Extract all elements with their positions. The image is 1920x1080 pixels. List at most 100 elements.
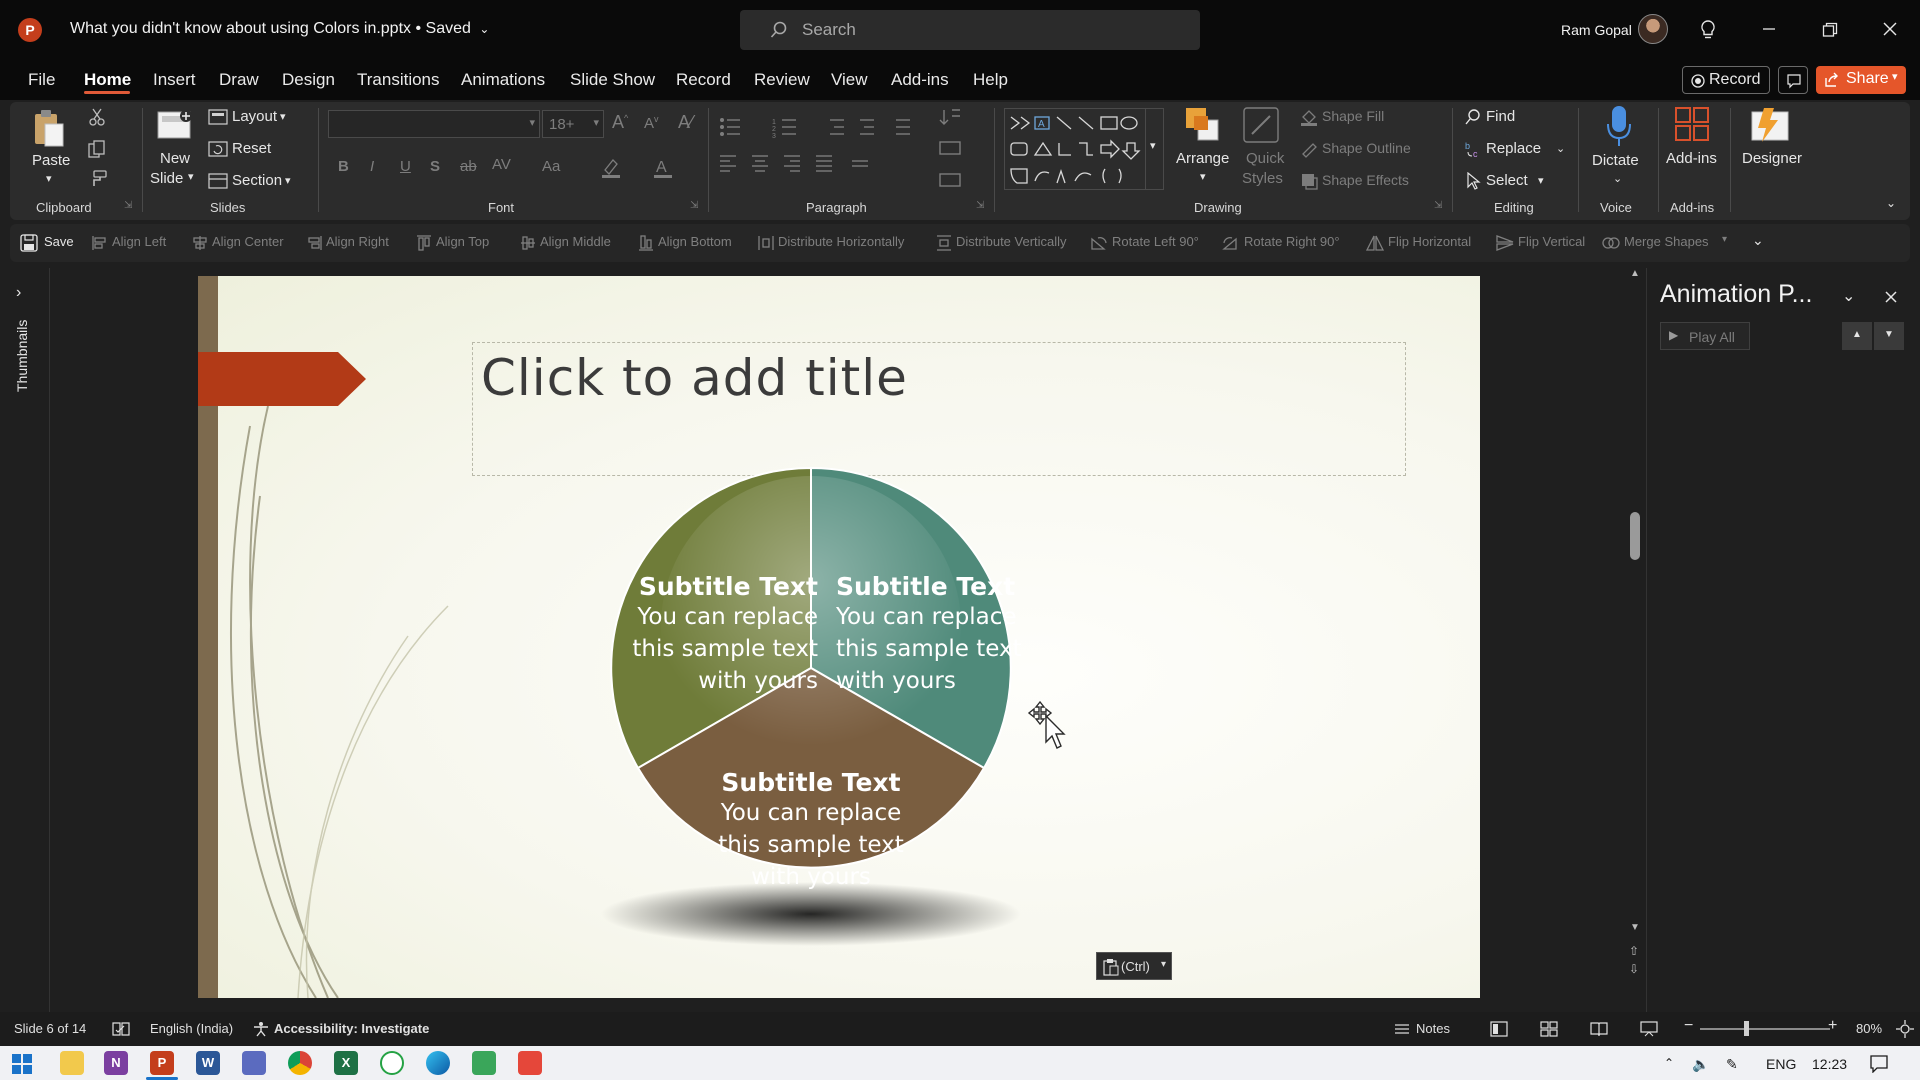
designer-button[interactable]: Designer (1742, 150, 1802, 167)
align-center-icon[interactable] (192, 235, 208, 251)
previous-slide-icon[interactable]: ⇧ (1629, 944, 1639, 958)
share-button[interactable]: Share ▾ (1816, 66, 1906, 94)
select-cursor-icon[interactable] (1466, 172, 1482, 190)
microphone-icon[interactable] (1606, 104, 1632, 148)
shapes-gallery-more[interactable]: ▾ (1145, 109, 1163, 189)
slide-sorter-icon[interactable] (1540, 1021, 1558, 1037)
file-explorer-icon[interactable] (60, 1051, 84, 1075)
spelling-check-icon[interactable] (112, 1021, 130, 1037)
cut-icon[interactable] (88, 108, 106, 126)
copy-icon[interactable] (88, 140, 106, 158)
avatar[interactable] (1638, 14, 1668, 44)
add-ins-button[interactable]: Add-ins (1666, 150, 1717, 167)
segment-text-bottom[interactable]: Subtitle Text You can replace this sampl… (700, 768, 922, 893)
text-direction-icons[interactable] (938, 106, 978, 192)
align-middle-button[interactable]: Align Middle (540, 234, 611, 249)
scrollbar-thumb[interactable] (1630, 512, 1640, 560)
align-right-icon[interactable] (306, 235, 322, 251)
italic-button[interactable]: I (370, 158, 374, 175)
select-button[interactable]: Select (1486, 172, 1528, 189)
layout-button[interactable]: Layout (232, 108, 277, 125)
move-up-button[interactable]: ▲ (1842, 322, 1872, 350)
chevron-down-icon[interactable]: ⌄ (1613, 172, 1622, 185)
quick-styles-label-2[interactable]: Styles (1242, 170, 1283, 187)
play-all-button[interactable]: ▶ Play All (1660, 322, 1750, 350)
merge-shapes-icon[interactable] (1602, 235, 1620, 251)
shape-fill-icon[interactable] (1300, 108, 1318, 126)
paste-button[interactable]: Paste (32, 152, 70, 169)
underline-button[interactable]: U (400, 158, 411, 175)
slideshow-view-icon[interactable] (1640, 1021, 1658, 1037)
replace-icon[interactable]: bc (1464, 140, 1484, 158)
slide-counter[interactable]: Slide 6 of 14 (14, 1021, 86, 1036)
search-box[interactable]: Search (740, 10, 1200, 50)
tab-record[interactable]: Record (676, 70, 731, 90)
slide-canvas[interactable]: Click to add title Subtitle Text You can… (198, 276, 1480, 998)
highlight-color-icon[interactable] (600, 156, 622, 178)
fit-to-window-icon[interactable] (1896, 1020, 1914, 1038)
flip-vertical-icon[interactable] (1496, 235, 1514, 251)
align-left-button[interactable]: Align Left (112, 234, 166, 249)
chevron-down-icon[interactable]: ▾ (1722, 234, 1727, 245)
chevron-down-icon[interactable]: ▾ (46, 172, 52, 185)
chevron-down-icon[interactable]: ▾ (285, 174, 291, 187)
find-icon[interactable] (1464, 108, 1482, 126)
customize-toolbar-icon[interactable]: ⌄ (1752, 232, 1764, 249)
add-ins-icon[interactable] (1674, 106, 1712, 144)
quick-styles-icon[interactable] (1242, 106, 1282, 146)
reset-button[interactable]: Reset (232, 140, 271, 157)
edge-icon[interactable] (426, 1051, 450, 1075)
distribute-horizontally-icon[interactable] (758, 235, 774, 251)
notifications-icon[interactable] (1870, 1055, 1888, 1073)
comments-button[interactable] (1778, 66, 1808, 94)
new-slide-label[interactable]: New (160, 150, 190, 167)
user-name[interactable]: Ram Gopal (1561, 22, 1632, 38)
record-button[interactable]: Record (1682, 66, 1770, 94)
section-button[interactable]: Section (232, 172, 282, 189)
paste-options-button[interactable]: (Ctrl) ▾ (1096, 952, 1172, 980)
powerpoint-taskbar-icon[interactable]: P (150, 1051, 174, 1075)
dialog-launcher-icon[interactable]: ⇲ (690, 200, 698, 211)
word-icon[interactable]: W (196, 1051, 220, 1075)
text-shadow-button[interactable]: S (430, 158, 440, 175)
arrange-button[interactable]: Arrange (1176, 150, 1229, 167)
paragraph-list-icons[interactable]: 123 (718, 116, 938, 138)
rotate-left-button[interactable]: Rotate Left 90° (1112, 234, 1199, 249)
section-icon[interactable] (208, 173, 228, 189)
green-app-icon[interactable] (472, 1051, 496, 1075)
accessibility-status[interactable]: Accessibility: Investigate (274, 1021, 429, 1036)
windows-start-icon[interactable] (12, 1054, 32, 1074)
character-spacing-button[interactable]: AV (492, 156, 511, 173)
thumbnails-label[interactable]: Thumbnails (14, 320, 30, 392)
align-bottom-icon[interactable] (638, 235, 654, 251)
minimize-icon[interactable] (1762, 22, 1776, 36)
arrange-icon[interactable] (1184, 106, 1222, 146)
shape-outline-button[interactable]: Shape Outline (1322, 140, 1411, 156)
zoom-in-button[interactable]: + (1828, 1017, 1837, 1035)
chevron-right-icon[interactable]: › (16, 284, 21, 302)
reading-view-icon[interactable] (1590, 1021, 1608, 1037)
reset-icon[interactable] (208, 141, 228, 157)
vertical-scrollbar[interactable]: ▲ ▼ ⇧ ⇩ (1628, 268, 1642, 1012)
zoom-level[interactable]: 80% (1856, 1021, 1882, 1036)
onenote-icon[interactable]: N (104, 1051, 128, 1075)
new-slide-label-2[interactable]: Slide (150, 170, 183, 187)
tab-design[interactable]: Design (282, 70, 335, 90)
segment-text-right[interactable]: Subtitle Text You can replace this sampl… (836, 572, 1046, 697)
next-slide-icon[interactable]: ⇩ (1629, 962, 1639, 976)
dialog-launcher-icon[interactable]: ⇲ (124, 200, 132, 211)
align-right-button[interactable]: Align Right (326, 234, 389, 249)
pane-options-chevron-icon[interactable]: ⌄ (1842, 286, 1855, 306)
show-hidden-icons[interactable]: ⌃ (1664, 1056, 1674, 1070)
chevron-down-icon[interactable]: ▾ (280, 110, 286, 123)
shape-effects-icon[interactable] (1300, 172, 1318, 190)
dialog-launcher-icon[interactable]: ⇲ (976, 200, 984, 211)
notes-icon[interactable] (1394, 1022, 1410, 1036)
tab-slide-show[interactable]: Slide Show (570, 70, 655, 90)
flip-horizontal-button[interactable]: Flip Horizontal (1388, 234, 1471, 249)
quick-styles-label[interactable]: Quick (1246, 150, 1284, 167)
chevron-down-icon[interactable]: ▾ (1538, 174, 1544, 187)
flip-vertical-button[interactable]: Flip Vertical (1518, 234, 1585, 249)
distribute-vertically-icon[interactable] (936, 235, 952, 251)
close-icon[interactable] (1882, 21, 1898, 37)
